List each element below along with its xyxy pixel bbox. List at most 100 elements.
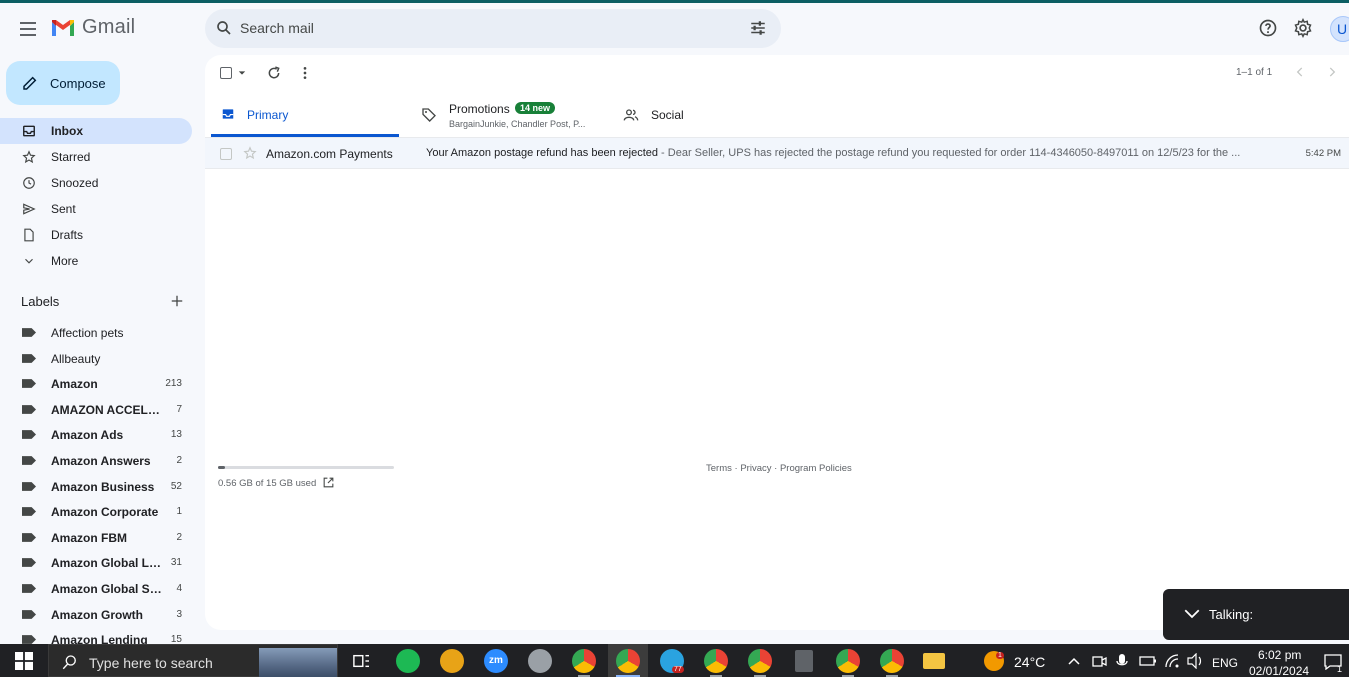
settings-gear-icon[interactable] bbox=[1293, 18, 1313, 38]
chevron-left-icon[interactable] bbox=[1293, 65, 1307, 79]
taskbar-search-box[interactable]: Type here to search bbox=[48, 644, 338, 677]
windows-taskbar: Type here to search zm 77 1 24°C ENG 6:0… bbox=[0, 644, 1349, 677]
camera-icon[interactable] bbox=[1091, 653, 1107, 669]
gmail-header: Gmail U bbox=[0, 3, 1349, 53]
spotify-app[interactable] bbox=[394, 644, 422, 677]
sidebar-nav: Inbox Starred Snoozed Sent Drafts More bbox=[0, 118, 192, 274]
character-icon bbox=[440, 648, 464, 673]
label-name: Amazon Ads bbox=[51, 428, 124, 443]
talking-panel[interactable]: Talking: bbox=[1163, 589, 1349, 640]
select-caret-icon[interactable] bbox=[238, 69, 246, 77]
label-tag-icon bbox=[22, 481, 36, 491]
weather-temp[interactable]: 24°C bbox=[1014, 654, 1045, 670]
sidebar-item-snoozed[interactable]: Snoozed bbox=[0, 170, 192, 196]
chevron-up-icon[interactable] bbox=[1067, 656, 1081, 666]
label-item[interactable]: Amazon Global Sell... 4 bbox=[0, 576, 192, 602]
privacy-link[interactable]: Privacy bbox=[740, 463, 771, 474]
weather-widget[interactable]: 1 bbox=[982, 644, 1006, 677]
label-item[interactable]: Amazon Business 52 bbox=[0, 474, 192, 500]
external-link-icon[interactable] bbox=[322, 476, 335, 489]
chrome-icon bbox=[880, 648, 904, 673]
clock-time[interactable]: 6:02 pm bbox=[1258, 648, 1301, 662]
task-view-button[interactable] bbox=[347, 644, 375, 677]
label-item[interactable]: AMAZON ACCELER... 7 bbox=[0, 397, 192, 423]
umbrella-app[interactable] bbox=[526, 644, 554, 677]
zoom-app[interactable]: zm bbox=[482, 644, 510, 677]
email-checkbox[interactable] bbox=[220, 148, 232, 160]
wifi-icon[interactable] bbox=[1164, 653, 1180, 669]
sidebar-item-inbox[interactable]: Inbox bbox=[0, 118, 192, 144]
chrome-profile-l[interactable] bbox=[746, 644, 774, 677]
draft-icon bbox=[24, 228, 34, 242]
label-item[interactable]: Allbeauty bbox=[0, 346, 192, 372]
compose-button[interactable]: Compose bbox=[6, 61, 120, 105]
label-item[interactable]: Amazon Answers 2 bbox=[0, 448, 192, 474]
gmail-m-icon bbox=[52, 19, 74, 36]
chevron-right-icon[interactable] bbox=[1325, 65, 1339, 79]
game-app[interactable] bbox=[438, 644, 466, 677]
help-icon[interactable] bbox=[1258, 18, 1278, 38]
file-explorer-app[interactable] bbox=[920, 644, 948, 677]
language-indicator[interactable]: ENG bbox=[1212, 656, 1238, 670]
select-all-checkbox[interactable] bbox=[220, 67, 232, 79]
star-icon[interactable] bbox=[243, 146, 257, 160]
more-options-icon[interactable] bbox=[300, 65, 310, 81]
email-time: 5:42 PM bbox=[1305, 148, 1341, 159]
tab-social[interactable]: Social bbox=[621, 93, 741, 137]
label-item[interactable]: Amazon Global Lo... 31 bbox=[0, 550, 192, 576]
label-item[interactable]: Amazon Corporate 1 bbox=[0, 499, 192, 525]
microphone-icon[interactable] bbox=[1115, 653, 1129, 669]
start-button[interactable] bbox=[10, 644, 38, 677]
search-input[interactable] bbox=[240, 18, 740, 38]
label-count: 1 bbox=[176, 506, 182, 518]
telegram-app[interactable]: 77 bbox=[658, 644, 686, 677]
gmail-logo[interactable]: Gmail bbox=[50, 16, 135, 39]
battery-icon[interactable] bbox=[1139, 654, 1157, 668]
sidebar-item-more[interactable]: More bbox=[0, 248, 192, 274]
search-options-icon[interactable] bbox=[749, 19, 767, 37]
weather-badge: 1 bbox=[996, 652, 1004, 659]
tab-label: Promotions bbox=[449, 102, 510, 116]
chrome-profile-active[interactable] bbox=[608, 644, 648, 677]
terms-link[interactable]: Terms bbox=[706, 463, 732, 474]
label-item[interactable]: Amazon Ads 13 bbox=[0, 422, 192, 448]
account-avatar[interactable]: U bbox=[1330, 16, 1349, 42]
tab-promotions[interactable]: Promotions 14 new BargainJunkie, Chandle… bbox=[417, 93, 607, 137]
clock-date[interactable]: 02/01/2024 bbox=[1249, 664, 1309, 677]
label-item[interactable]: Amazon Growth 3 bbox=[0, 602, 192, 628]
chrome-profile-1[interactable] bbox=[570, 644, 598, 677]
label-tag-icon bbox=[22, 430, 36, 440]
search-icon[interactable] bbox=[215, 19, 233, 37]
label-name: Amazon Answers bbox=[51, 453, 151, 468]
main-menu-button[interactable] bbox=[16, 16, 40, 40]
sidebar-item-drafts[interactable]: Drafts bbox=[0, 222, 192, 248]
chevron-down-icon[interactable] bbox=[1183, 607, 1201, 621]
label-name: Amazon Business bbox=[51, 479, 155, 494]
sidebar-item-sent[interactable]: Sent bbox=[0, 196, 192, 222]
label-name: Amazon Corporate bbox=[51, 505, 159, 520]
label-item[interactable]: Amazon 213 bbox=[0, 371, 192, 397]
chrome-profile-r[interactable] bbox=[878, 644, 906, 677]
label-tag-icon bbox=[22, 558, 36, 568]
chrome-profile-m[interactable] bbox=[702, 644, 730, 677]
refresh-icon[interactable] bbox=[266, 65, 282, 81]
chrome-profile-s[interactable] bbox=[834, 644, 862, 677]
speaker-icon[interactable] bbox=[1186, 653, 1204, 669]
tab-primary[interactable]: Primary bbox=[211, 93, 399, 137]
add-label-icon[interactable] bbox=[170, 294, 184, 308]
chrome-icon bbox=[704, 648, 728, 673]
email-row[interactable]: Amazon.com Payments Your Amazon postage … bbox=[205, 137, 1349, 169]
label-tag-icon bbox=[22, 635, 36, 644]
spotify-icon bbox=[396, 648, 420, 673]
program-policies-link[interactable]: Program Policies bbox=[780, 463, 852, 474]
inbox-tabs: Primary Promotions 14 new BargainJunkie,… bbox=[205, 93, 1349, 137]
email-subject: Your Amazon postage refund has been reje… bbox=[426, 147, 658, 159]
main-panel: 1–1 of 1 Primary Promotions 14 new Barga… bbox=[205, 55, 1349, 630]
sidebar-item-starred[interactable]: Starred bbox=[0, 144, 192, 170]
calculator-app[interactable] bbox=[790, 644, 818, 677]
label-name: Amazon FBM bbox=[51, 530, 127, 545]
new-count-badge: 14 new bbox=[515, 102, 556, 114]
search-bar[interactable] bbox=[205, 9, 781, 48]
label-item[interactable]: Amazon FBM 2 bbox=[0, 525, 192, 551]
label-item[interactable]: Affection pets bbox=[0, 320, 192, 346]
